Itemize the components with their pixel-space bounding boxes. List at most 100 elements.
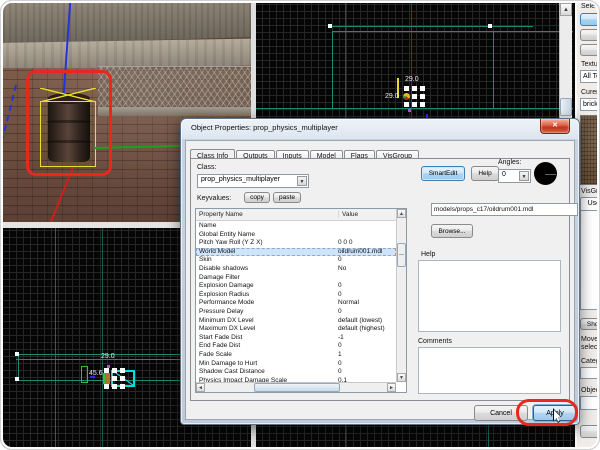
property-row[interactable]: Fade Scale 1 (196, 351, 396, 360)
property-row[interactable]: Global Entity Name (196, 231, 396, 240)
selection-wireframe-top (40, 88, 96, 102)
property-value: No (338, 264, 347, 272)
value-column-header: Value (338, 211, 358, 218)
cancel-button[interactable]: Cancel (474, 405, 528, 421)
angles-dropdown[interactable]: 0 ▼ (498, 169, 531, 183)
property-name: World Model (199, 247, 236, 255)
dimension-label-height: 29.0 (385, 93, 399, 100)
property-row[interactable]: Minimum DX Level default (lowest) (196, 317, 396, 326)
scroll-left-arrow[interactable]: ◄ (196, 383, 205, 392)
angles-value: 0 (502, 171, 506, 178)
property-name: Explosion Damage (199, 282, 254, 290)
scrollbar-thumb[interactable] (397, 243, 406, 267)
property-rows: Name Global Entity Name Pitch Yaw Roll (… (196, 222, 396, 382)
property-row[interactable]: Start Fade Dist -1 (196, 334, 396, 343)
visgroups-show-button[interactable]: Show (580, 318, 600, 330)
visgroups-label: VisGrou (581, 188, 600, 195)
visgroups-list[interactable] (580, 210, 600, 310)
property-row[interactable]: Damage Filter (196, 274, 396, 283)
selection-handles[interactable] (103, 368, 125, 389)
property-row[interactable]: World Model oildrum001.mdl (196, 247, 396, 257)
brush-line (255, 108, 573, 109)
property-name: Pressure Delay (199, 307, 244, 315)
property-row[interactable]: Pitch Yaw Roll (Y Z X) 0 0 0 (196, 239, 396, 248)
property-row[interactable]: Explosion Radius 0 (196, 291, 396, 300)
property-row[interactable]: Skin 0 (196, 256, 396, 265)
property-name: Shadow Cast Distance (199, 368, 265, 376)
scrollbar-thumb[interactable] (254, 383, 340, 392)
objects-label: Objects: (581, 387, 600, 394)
property-row[interactable]: Disable shadows No (196, 265, 396, 274)
paste-button[interactable]: paste (273, 192, 301, 203)
visgroups-user-tab[interactable]: User (580, 197, 600, 210)
chevron-down-icon[interactable]: ▼ (297, 176, 307, 186)
brush-line (493, 31, 494, 109)
texture-group-dropdown[interactable]: All Te (580, 70, 600, 83)
property-value: 0 0 0 (338, 239, 353, 247)
property-row[interactable]: Name (196, 222, 396, 231)
dialog-client-area: Class Info Outputs Inputs Model Flags VisGrou… (185, 140, 578, 421)
brush-line (330, 26, 533, 27)
property-value: 0 (338, 256, 342, 264)
hammer-editor-screenshot: 29.0 29.0 ▲ 29.0 45.6 Select Textur All … (0, 0, 600, 450)
property-value: oildrum001.mdl (338, 247, 383, 255)
property-grid-hscrollbar[interactable]: ◄ ► (196, 382, 396, 392)
comments-text-box[interactable] (418, 347, 561, 394)
copy-button[interactable]: copy (244, 192, 270, 203)
class-dropdown[interactable]: prop_physics_multiplayer ▼ (197, 174, 309, 188)
selection-handles[interactable] (403, 86, 425, 107)
panel-button[interactable] (580, 425, 600, 438)
property-name-column-header: Property Name (199, 211, 243, 218)
property-name: End Fade Dist (199, 342, 241, 350)
vertex-handle[interactable] (15, 377, 19, 381)
vertex-handle[interactable] (328, 24, 332, 28)
property-name: Name (199, 222, 217, 229)
oil-drum-side-view (103, 373, 110, 384)
selection-mode-button[interactable] (580, 44, 600, 56)
property-row[interactable]: Maximum DX Level default (highest) (196, 325, 396, 334)
model-path-input[interactable]: models/props_c17/oildrum001.mdl (431, 203, 578, 216)
chevron-down-icon[interactable]: ▼ (519, 171, 529, 181)
scroll-up-arrow[interactable]: ▲ (397, 209, 406, 218)
property-name: Performance Mode (199, 299, 255, 307)
dimension-label-width: 29.0 (101, 353, 115, 360)
smartedit-button[interactable]: SmartEdit (421, 166, 465, 181)
oil-drum-top-view (403, 93, 410, 100)
current-texture-name[interactable]: brick (580, 98, 600, 111)
dialog-tabs: Class Info Outputs Inputs Model Flags VisGrou… (190, 144, 420, 162)
objects-dropdown[interactable] (580, 396, 600, 410)
dimension-label-width: 29.0 (405, 76, 419, 83)
close-icon[interactable]: ✕ (540, 119, 570, 134)
property-row[interactable]: End Fade Dist 0 (196, 342, 396, 351)
browse-button[interactable]: Browse... (431, 224, 473, 238)
vertex-handle[interactable] (488, 24, 492, 28)
move-selected-label-1: Move (581, 336, 599, 343)
scroll-down-arrow[interactable]: ▼ (397, 373, 406, 382)
origin-line (55, 228, 56, 448)
property-row[interactable]: Pressure Delay 0 (196, 308, 396, 317)
scroll-up-arrow[interactable]: ▲ (560, 3, 572, 16)
entity-origin-dot (408, 109, 411, 112)
selection-mode-button-active[interactable] (580, 13, 600, 26)
selection-mode-button[interactable] (580, 29, 600, 41)
property-value: 0 (338, 359, 342, 367)
vertex-handle[interactable] (15, 352, 19, 356)
categories-dropdown[interactable] (580, 367, 600, 379)
property-name: Min Damage to Hurt (199, 359, 258, 367)
scroll-right-arrow[interactable]: ► (387, 383, 396, 392)
property-row[interactable]: Shadow Cast Distance 0 (196, 368, 396, 377)
property-name: Fade Scale (199, 350, 232, 358)
property-row[interactable]: Min Damage to Hurt 0 (196, 360, 396, 369)
scrollbar-thumb[interactable] (560, 98, 572, 116)
property-grid-vscrollbar[interactable]: ▲ ▼ (396, 209, 406, 382)
comments-label: Comments (418, 338, 452, 345)
class-label: Class: (197, 164, 217, 171)
property-value: 1 (338, 350, 342, 358)
property-row[interactable]: Performance Mode Normal (196, 299, 396, 308)
angle-dial[interactable] (534, 162, 557, 185)
mouse-cursor (553, 408, 564, 423)
property-row[interactable]: Explosion Damage 0 (196, 282, 396, 291)
property-value: 0 (338, 342, 342, 350)
property-grid-header: Property Name Value (196, 209, 396, 221)
help-button[interactable]: Help (471, 166, 499, 181)
